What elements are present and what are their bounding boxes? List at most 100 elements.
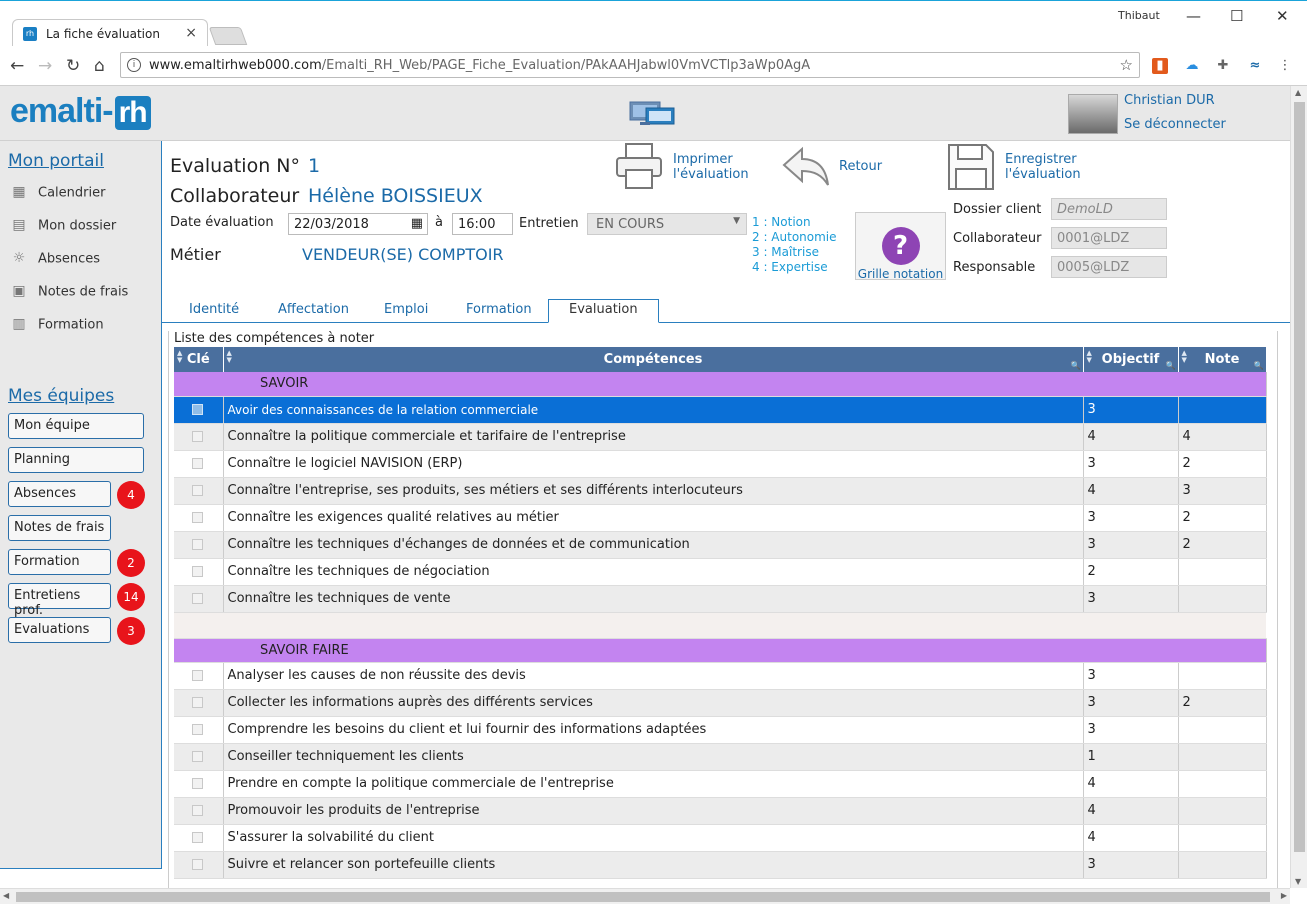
printer-icon[interactable] <box>614 142 664 190</box>
skill-cell[interactable]: Connaître les techniques d'échanges de d… <box>223 531 1084 559</box>
table-row[interactable]: Conseiller techniquement les clients 1 <box>174 743 1267 771</box>
sidebar-item-training[interactable]: ▥ Formation <box>8 316 103 338</box>
horizontal-scrollbar[interactable]: ◀ ▶ <box>0 888 1290 904</box>
key-cell[interactable] <box>174 689 224 717</box>
table-row[interactable]: Connaître les techniques d'échanges de d… <box>174 531 1267 559</box>
scroll-left-icon[interactable]: ◀ <box>3 891 9 900</box>
logout-link[interactable]: Se déconnecter <box>1124 117 1226 132</box>
skill-cell[interactable]: Avoir des connaissances de la relation c… <box>223 396 1084 424</box>
extensions-puzzle-icon[interactable]: ✚ <box>1215 58 1231 74</box>
time-input[interactable]: 16:00 <box>452 213 513 235</box>
maximize-icon[interactable]: ☐ <box>1230 7 1243 25</box>
target-cell[interactable]: 3 <box>1083 450 1179 478</box>
target-cell[interactable]: 2 <box>1083 558 1179 586</box>
key-cell[interactable] <box>174 531 224 559</box>
sidebar-item-calendar[interactable]: ▦ Calendrier <box>8 184 105 206</box>
target-cell[interactable]: 3 <box>1083 662 1179 690</box>
close-window-icon[interactable]: ✕ <box>1276 7 1289 25</box>
bookmark-star-icon[interactable]: ☆ <box>1120 56 1133 74</box>
team-button-absences[interactable]: Absences <box>8 481 111 507</box>
sidebar-item-expenses[interactable]: ▣ Notes de frais <box>8 283 128 305</box>
extension-office-icon[interactable]: ▮ <box>1152 58 1168 74</box>
target-cell[interactable]: 3 <box>1083 585 1179 613</box>
target-cell[interactable]: 3 <box>1083 531 1179 559</box>
note-cell[interactable]: 4 <box>1178 423 1267 451</box>
team-button-planning[interactable]: Planning <box>8 447 144 473</box>
scroll-right-icon[interactable]: ▶ <box>1281 891 1287 900</box>
search-icon[interactable]: 🔍 <box>1071 361 1081 370</box>
row-checkbox[interactable] <box>192 431 203 442</box>
column-target[interactable]: ▲ ▼ Objectif 🔍 <box>1083 347 1179 372</box>
table-row[interactable]: Connaître l'entreprise, ses produits, se… <box>174 477 1267 505</box>
table-row[interactable]: Connaître le logiciel NAVISION (ERP) 3 2 <box>174 450 1267 478</box>
date-input[interactable]: 22/03/2018 ▦ <box>288 213 428 235</box>
target-cell[interactable]: 3 <box>1083 396 1179 424</box>
target-cell[interactable]: 3 <box>1083 716 1179 744</box>
target-cell[interactable]: 4 <box>1083 770 1179 798</box>
sort-icon[interactable]: ▲ ▼ <box>227 350 232 364</box>
table-row[interactable]: Connaître les techniques de vente 3 <box>174 585 1267 613</box>
site-info-icon[interactable]: i <box>127 58 141 72</box>
key-cell[interactable] <box>174 477 224 505</box>
key-cell[interactable] <box>174 450 224 478</box>
reload-icon[interactable]: ↻ <box>66 56 80 76</box>
search-icon[interactable]: 🔍 <box>1166 361 1176 370</box>
vertical-scrollbar[interactable]: ▲ ▼ <box>1290 86 1307 888</box>
team-button-interviews[interactable]: Entretiens prof. <box>8 583 111 618</box>
url-bar[interactable]: i www.emaltirhweb000.com/Emalti_RH_Web/P… <box>120 52 1140 78</box>
grading-grid-button[interactable]: ? Grille notation <box>855 212 946 281</box>
table-row[interactable]: Connaître les exigences qualité relative… <box>174 504 1267 532</box>
note-cell[interactable] <box>1178 797 1267 825</box>
skill-cell[interactable]: Analyser les causes de non réussite des … <box>223 662 1084 690</box>
row-checkbox[interactable] <box>192 859 203 870</box>
target-cell[interactable]: 3 <box>1083 689 1179 717</box>
back-arrow-icon[interactable]: ← <box>10 56 24 76</box>
row-checkbox[interactable] <box>192 778 203 789</box>
browser-menu-icon[interactable]: ⋮ <box>1277 58 1293 74</box>
home-icon[interactable]: ⌂ <box>94 56 105 76</box>
column-skill[interactable]: ▲ ▼ Compétences 🔍 <box>223 347 1084 372</box>
note-cell[interactable] <box>1178 743 1267 771</box>
key-cell[interactable] <box>174 423 224 451</box>
key-cell[interactable] <box>174 504 224 532</box>
table-row[interactable]: Avoir des connaissances de la relation c… <box>174 396 1267 424</box>
target-cell[interactable]: 1 <box>1083 743 1179 771</box>
calendar-picker-icon[interactable]: ▦ <box>411 216 423 231</box>
skill-cell[interactable]: Connaître les exigences qualité relative… <box>223 504 1084 532</box>
portal-title[interactable]: Mon portail <box>8 151 104 171</box>
note-cell[interactable]: 2 <box>1178 504 1267 532</box>
key-cell[interactable] <box>174 396 224 424</box>
tab-assignment[interactable]: Affectation <box>278 302 349 317</box>
target-cell[interactable]: 4 <box>1083 824 1179 852</box>
key-cell[interactable] <box>174 585 224 613</box>
table-row[interactable]: Prendre en compte la politique commercia… <box>174 770 1267 798</box>
skill-cell[interactable]: Conseiller techniquement les clients <box>223 743 1084 771</box>
table-row[interactable]: Promouvoir les produits de l'entreprise 4 <box>174 797 1267 825</box>
skill-cell[interactable]: Promouvoir les produits de l'entreprise <box>223 797 1084 825</box>
row-checkbox[interactable] <box>192 697 203 708</box>
target-cell[interactable]: 3 <box>1083 504 1179 532</box>
key-cell[interactable] <box>174 797 224 825</box>
tab-evaluation[interactable]: Evaluation <box>548 299 659 323</box>
row-checkbox[interactable] <box>192 458 203 469</box>
note-cell[interactable]: 3 <box>1178 477 1267 505</box>
note-cell[interactable]: 2 <box>1178 531 1267 559</box>
save-button[interactable]: Enregistrer l'évaluation <box>1005 152 1081 182</box>
target-cell[interactable]: 4 <box>1083 423 1179 451</box>
browser-tab[interactable]: rh La fiche évaluation × <box>12 19 208 47</box>
note-cell[interactable] <box>1178 396 1267 424</box>
row-checkbox[interactable] <box>192 566 203 577</box>
skill-cell[interactable]: S'assurer la solvabilité du client <box>223 824 1084 852</box>
target-cell[interactable]: 4 <box>1083 477 1179 505</box>
emalti-logo[interactable]: emalti-rh <box>10 92 151 131</box>
back-icon[interactable] <box>780 145 832 187</box>
row-checkbox[interactable] <box>192 593 203 604</box>
skill-cell[interactable]: Comprendre les besoins du client et lui … <box>223 716 1084 744</box>
search-icon[interactable]: 🔍 <box>1254 361 1264 370</box>
teams-title[interactable]: Mes équipes <box>8 386 114 406</box>
skill-cell[interactable]: Prendre en compte la politique commercia… <box>223 770 1084 798</box>
column-key[interactable]: ▲ ▼ Clé <box>174 347 224 372</box>
row-checkbox[interactable] <box>192 724 203 735</box>
key-cell[interactable] <box>174 743 224 771</box>
skill-cell[interactable]: Connaître l'entreprise, ses produits, se… <box>223 477 1084 505</box>
